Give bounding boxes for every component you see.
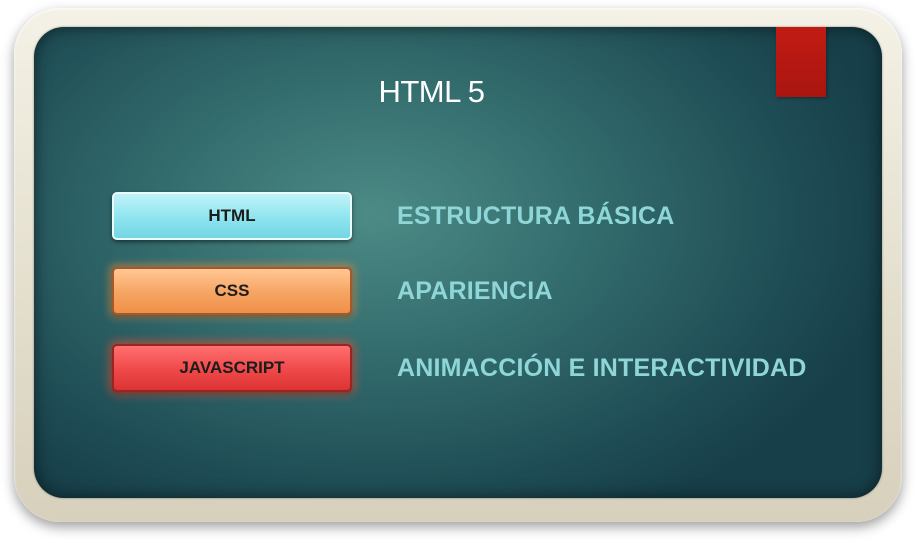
- css-description: APARIENCIA: [397, 277, 553, 305]
- slide-board: HTML 5 HTML ESTRUCTURA BÁSICA CSS APARIE…: [34, 27, 882, 498]
- javascript-description: ANIMACCIÓN E INTERACTIVIDAD: [397, 354, 807, 382]
- slide-title: HTML 5: [378, 74, 485, 109]
- javascript-label: JAVASCRIPT: [112, 344, 352, 392]
- css-label: CSS: [112, 267, 352, 315]
- topic-row-css: CSS APARIENCIA: [112, 267, 872, 319]
- topic-row-html: HTML ESTRUCTURA BÁSICA: [112, 192, 872, 244]
- html-description: ESTRUCTURA BÁSICA: [397, 202, 675, 230]
- slide-frame: HTML 5 HTML ESTRUCTURA BÁSICA CSS APARIE…: [14, 8, 902, 522]
- topic-row-javascript: JAVASCRIPT ANIMACCIÓN E INTERACTIVIDAD: [112, 344, 872, 396]
- html-label: HTML: [112, 192, 352, 240]
